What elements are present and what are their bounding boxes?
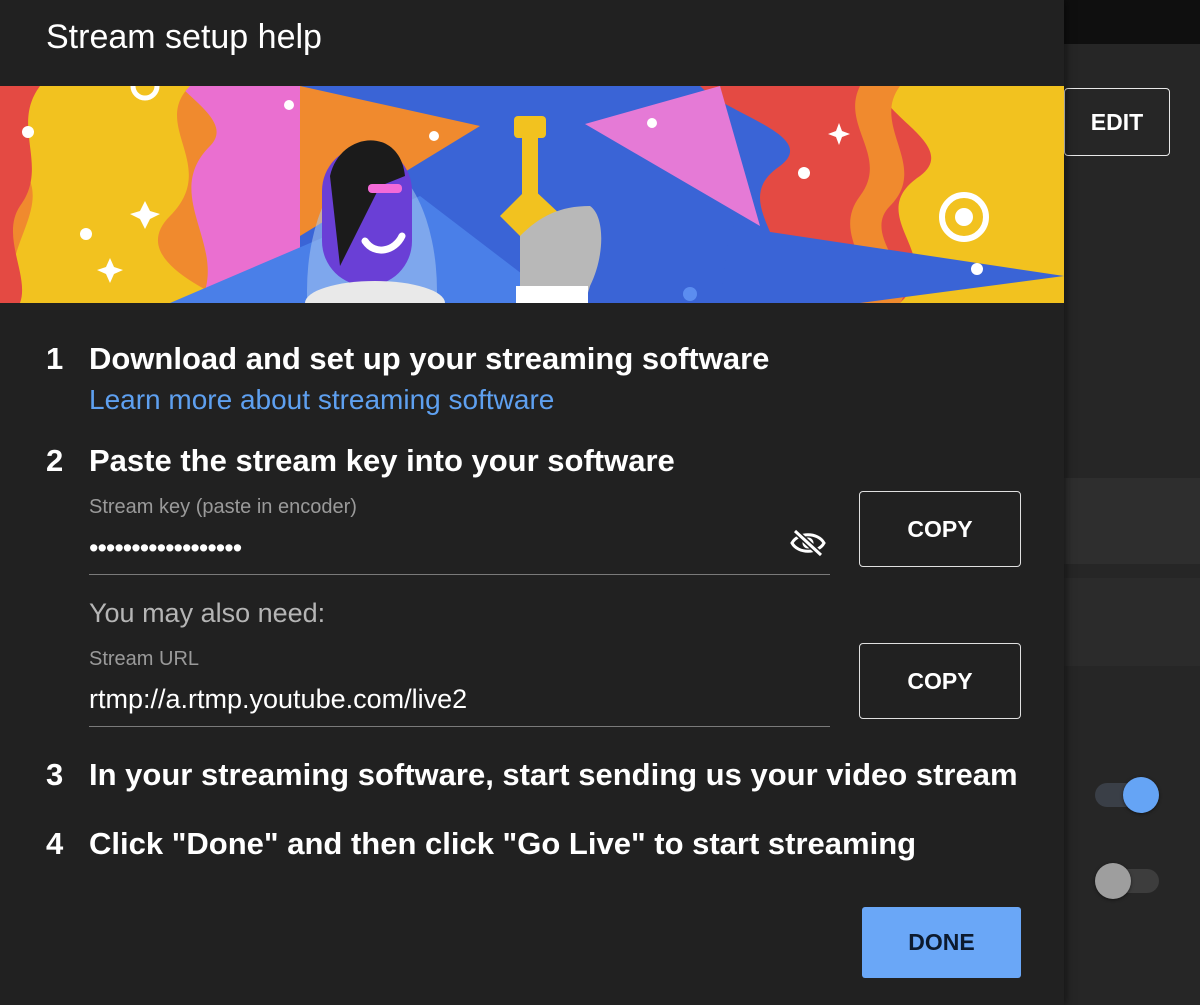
illustration-banner — [0, 86, 1064, 303]
background-section — [1062, 478, 1200, 564]
step-text: Click "Done" and then click "Go Live" to… — [89, 826, 917, 861]
step-2: 2 Paste the stream key into your software — [46, 443, 675, 479]
background-section — [1062, 578, 1200, 666]
toggle-switch-on[interactable] — [1095, 777, 1161, 813]
done-button[interactable]: DONE — [862, 907, 1021, 978]
step-number: 3 — [46, 757, 64, 792]
step-3: 3 In your streaming software, start sendi… — [46, 757, 1018, 793]
stream-url-underline — [89, 726, 830, 727]
toggle-switch-off[interactable] — [1095, 863, 1161, 899]
step-text: Download and set up your streaming softw… — [89, 341, 770, 376]
stream-url-input[interactable]: rtmp://a.rtmp.youtube.com/live2 — [89, 684, 467, 715]
eye-off-icon[interactable] — [790, 528, 826, 558]
edit-button[interactable]: EDIT — [1064, 88, 1170, 156]
learn-more-link[interactable]: Learn more about streaming software — [89, 384, 554, 416]
copy-stream-key-button[interactable]: COPY — [859, 491, 1021, 567]
toggle-knob — [1123, 777, 1159, 813]
step-text: Paste the stream key into your software — [89, 443, 675, 478]
step-number: 4 — [46, 826, 64, 861]
stream-url-label: Stream URL — [89, 648, 200, 670]
stream-key-input[interactable]: •••••••••••••••••• — [89, 533, 242, 564]
step-text: In your streaming software, start sendin… — [89, 757, 1018, 792]
step-number: 2 — [46, 443, 64, 478]
also-need-label: You may also need: — [89, 598, 326, 628]
step-1: 1 Download and set up your streaming soft… — [46, 341, 769, 377]
step-number: 1 — [46, 341, 64, 376]
dialog-title: Stream setup help — [46, 18, 322, 56]
toggle-knob — [1095, 863, 1131, 899]
copy-stream-url-button[interactable]: COPY — [859, 643, 1021, 719]
stream-setup-dialog: Stream setup help 1 Download and set up … — [0, 0, 1064, 1005]
step-4: 4 Click "Done" and then click "Go Live" t… — [46, 826, 916, 862]
stream-key-underline — [89, 574, 830, 575]
stream-key-label: Stream key (paste in encoder) — [89, 496, 357, 518]
